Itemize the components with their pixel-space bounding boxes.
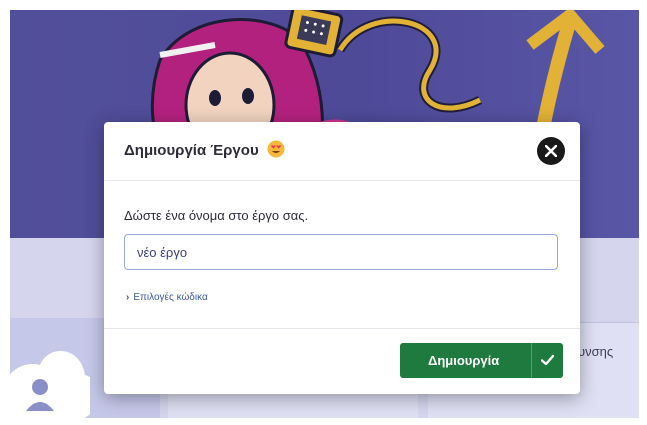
project-name-prompt: Δώστε ένα όνομα στο έργο σας. xyxy=(124,208,309,223)
create-button-label: Δημιουργία xyxy=(428,353,500,368)
project-name-input[interactable] xyxy=(124,234,558,270)
checkmark-icon xyxy=(531,343,564,378)
dialog-header: Δημιουργία Έργου xyxy=(104,122,580,181)
close-icon xyxy=(545,145,557,157)
create-button[interactable]: Δημιουργία xyxy=(400,343,563,378)
dialog-title: Δημιουργία Έργου xyxy=(124,142,259,159)
create-project-dialog: Δημιουργία Έργου Δώστε ένα όνομα στο έργ… xyxy=(104,122,580,394)
code-options-label: Επιλογές κώδικα xyxy=(133,292,208,303)
close-button[interactable] xyxy=(537,137,565,165)
cloud-user-icon xyxy=(10,351,90,418)
card-right-partial-text: υνσης xyxy=(578,344,614,359)
code-options-toggle[interactable]: › Επιλογές κώδικα xyxy=(126,292,208,303)
heart-eyes-emoji-icon xyxy=(267,140,285,158)
chevron-right-icon: › xyxy=(126,292,130,303)
